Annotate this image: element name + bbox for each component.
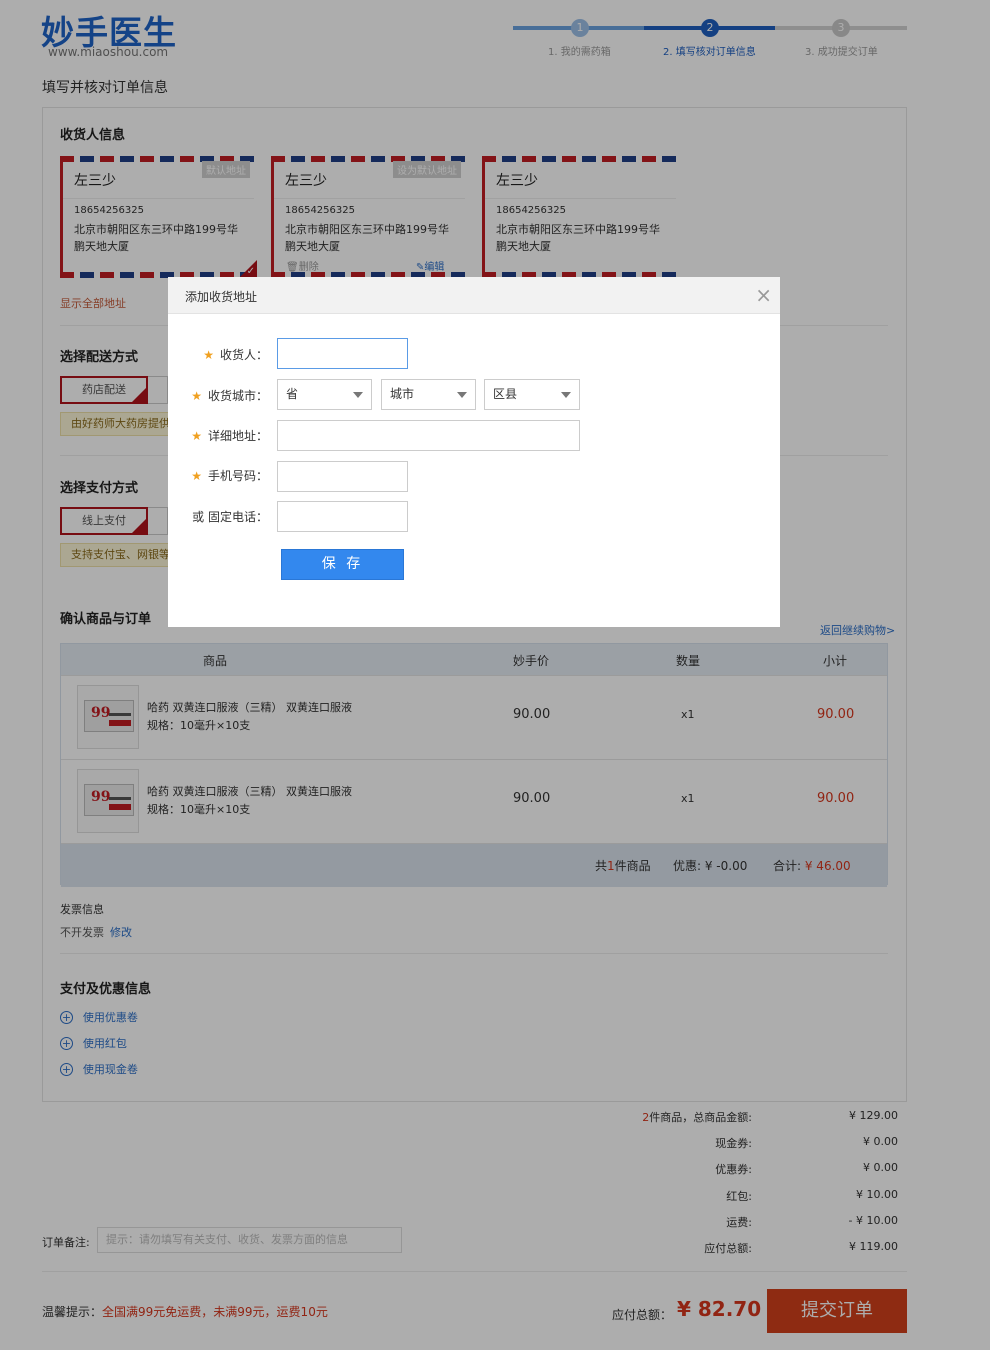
city-select[interactable]: 城市 <box>381 379 476 410</box>
city-label: ★ 收货城市： <box>191 389 268 403</box>
detail-address-input[interactable] <box>277 420 580 451</box>
required-star-icon: ★ <box>191 429 202 443</box>
chevron-down-icon <box>457 392 467 398</box>
required-star-icon: ★ <box>191 389 202 403</box>
modal-header: 添加收货地址 × <box>168 277 780 314</box>
modal-overlay[interactable] <box>0 0 990 1350</box>
required-star-icon: ★ <box>203 348 214 362</box>
modal-title: 添加收货地址 <box>185 290 258 304</box>
add-address-modal: 添加收货地址 × ★ 收货人： ★ 收货城市： 省 城市 区县 ★ 详细地址： ★ 手机… <box>168 277 780 627</box>
receiver-input[interactable] <box>277 338 408 369</box>
detail-address-label: ★ 详细地址： <box>191 429 268 443</box>
receiver-label: ★ 收货人： <box>203 348 268 362</box>
required-star-icon: ★ <box>191 469 202 483</box>
close-icon[interactable]: × <box>755 283 772 307</box>
district-select[interactable]: 区县 <box>484 379 580 410</box>
province-select[interactable]: 省 <box>277 379 372 410</box>
chevron-down-icon <box>353 392 363 398</box>
phone-label: 或 固定电话： <box>192 510 268 524</box>
mobile-label: ★ 手机号码： <box>191 469 268 483</box>
chevron-down-icon <box>561 392 571 398</box>
save-button[interactable]: 保 存 <box>281 549 404 580</box>
mobile-input[interactable] <box>277 461 408 492</box>
phone-input[interactable] <box>277 501 408 532</box>
